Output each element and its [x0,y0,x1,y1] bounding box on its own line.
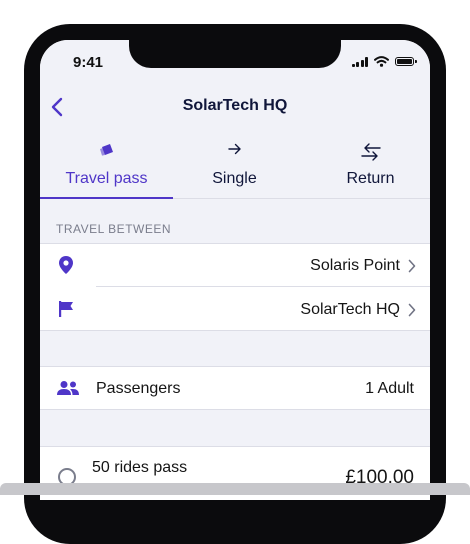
chevron-right-icon [408,259,416,273]
ticket-type-tabs: Travel pass Single Return [40,132,430,199]
arrow-right-icon [227,143,241,155]
wifi-icon [374,56,389,67]
section-gap [40,331,430,366]
chevron-right-icon [408,303,416,317]
flag-icon [59,301,73,317]
notch [129,40,341,68]
signal-icon [351,56,368,67]
section-title: TRAVEL BETWEEN [56,222,172,236]
status-time: 9:41 [73,54,104,71]
passengers-row[interactable]: Passengers 1 Adult [40,366,430,410]
origin-row[interactable]: Solaris Point [40,243,430,287]
status-icons [351,56,417,67]
passengers-label: Passengers [96,380,181,397]
app-screen: 9:41 SolarTech HQ Travel pass Single Ret… [40,40,430,500]
destination-value: SolarTech HQ [300,301,400,318]
tab-label: Single [212,170,257,187]
tab-label: Return [346,170,395,187]
section-gap [40,410,430,446]
pass-option-label: 50 rides pass [92,459,188,476]
ticket-icon [99,144,113,156]
battery-icon [395,57,417,66]
status-bar: 9:41 [40,40,430,72]
tab-travel-pass[interactable]: Travel pass [40,132,173,199]
bottom-scrollbar [0,483,470,495]
section-header: TRAVEL BETWEEN [40,199,430,243]
location-pin-icon [59,256,73,274]
tab-return[interactable]: Return [304,132,430,198]
swap-arrows-icon [360,143,381,161]
passengers-value: 1 Adult [365,380,414,397]
tab-label: Travel pass [65,170,148,187]
people-icon [57,381,79,395]
destination-row[interactable]: SolarTech HQ [40,287,430,331]
origin-value: Solaris Point [310,257,400,274]
tab-single[interactable]: Single [168,132,301,198]
page-title: SolarTech HQ [182,97,288,114]
